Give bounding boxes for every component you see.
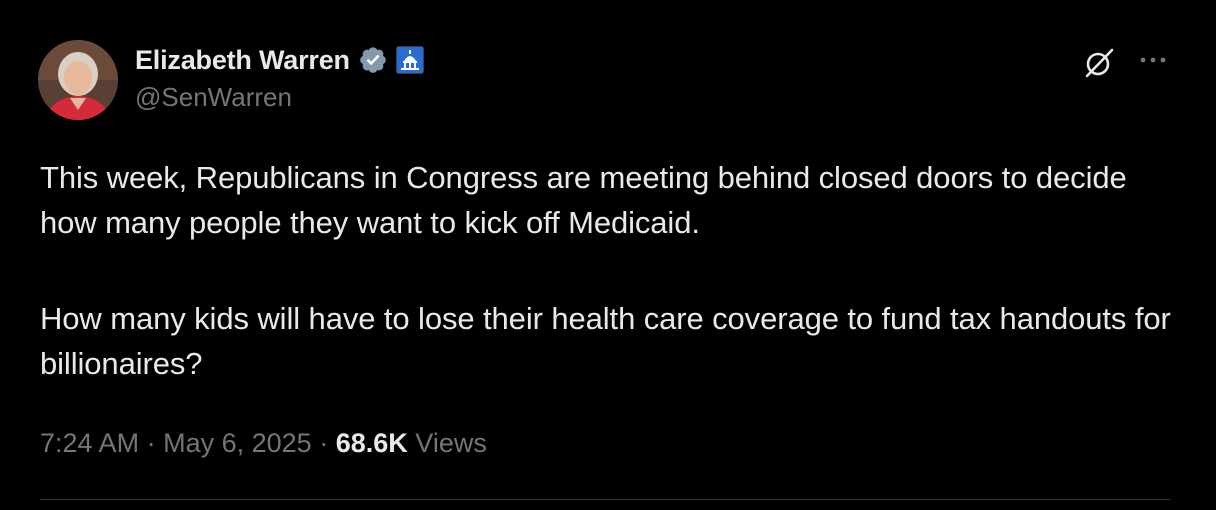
tweet-card: Elizabeth Warren @SenWarren This week, R…	[0, 0, 1216, 510]
more-options-icon[interactable]	[1136, 50, 1170, 70]
author-display-name[interactable]: Elizabeth Warren	[135, 45, 350, 76]
tweet-date[interactable]: May 6, 2025	[163, 428, 312, 458]
tweet-meta: 7:24 AM · May 6, 2025 · 68.6K Views	[40, 428, 487, 459]
tweet-paragraph: This week, Republicans in Congress are m…	[40, 160, 1127, 240]
tweet-text: This week, Republicans in Congress are m…	[40, 155, 1180, 386]
tweet-time[interactable]: 7:24 AM	[40, 428, 139, 458]
author-handle[interactable]: @SenWarren	[135, 82, 424, 113]
grok-icon[interactable]	[1082, 46, 1116, 80]
views-count[interactable]: 68.6K	[336, 428, 408, 458]
views-label[interactable]: Views	[415, 428, 487, 458]
meta-separator: ·	[319, 428, 329, 458]
divider	[40, 499, 1170, 500]
author-name-row: Elizabeth Warren	[135, 42, 424, 78]
author-block: Elizabeth Warren @SenWarren	[135, 42, 424, 113]
avatar-image	[38, 40, 118, 120]
tweet-paragraph: How many kids will have to lose their he…	[40, 301, 1171, 381]
meta-separator: ·	[146, 428, 156, 458]
verified-badge-icon[interactable]	[358, 45, 388, 75]
capitol-icon[interactable]	[395, 46, 424, 74]
avatar[interactable]	[38, 40, 118, 120]
